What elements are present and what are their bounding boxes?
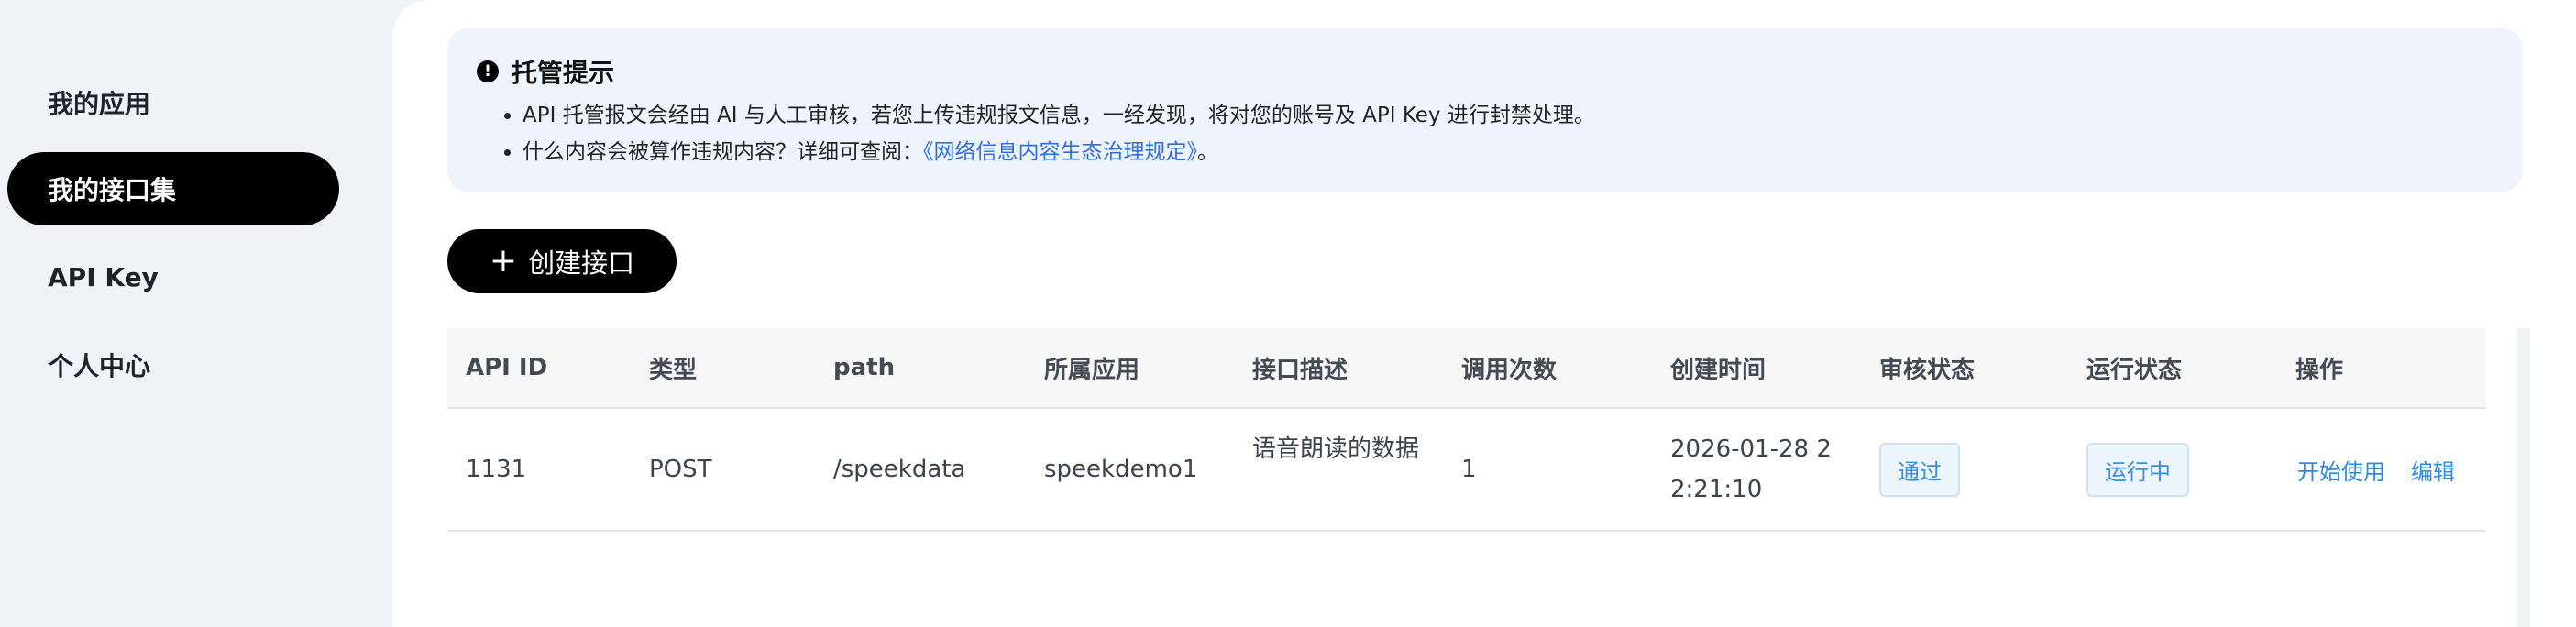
header-path: path xyxy=(833,354,896,381)
status-badge-running: 运行中 xyxy=(2086,442,2189,497)
sidebar-item-my-apis[interactable]: 我的接口集 xyxy=(7,152,339,226)
table-row: 1131 POST /speekdata speekdemo1 语音朗读的数据 … xyxy=(447,409,2486,532)
sidebar-item-api-key[interactable]: API Key xyxy=(7,240,339,314)
main-panel: ! 托管提示 API 托管报文会经由 AI 与人工审核，若您上传违规报文信息，一… xyxy=(392,0,2576,627)
notice-title-text: 托管提示 xyxy=(512,58,615,88)
header-call-count: 调用次数 xyxy=(1461,356,1558,384)
exclamation-circle-icon: ! xyxy=(477,60,499,82)
sidebar: 我的应用 我的接口集 API Key 个人中心 xyxy=(0,0,392,627)
cell-app: speekdemo1 xyxy=(1044,456,1198,483)
hosting-notice: ! 托管提示 API 托管报文会经由 AI 与人工审核，若您上传违规报文信息，一… xyxy=(447,28,2523,192)
sidebar-item-my-apps[interactable]: 我的应用 xyxy=(7,66,339,139)
header-review-status: 审核状态 xyxy=(1879,356,1976,384)
notice-line-2: 什么内容会被算作违规内容？详细可查阅：《网络信息内容生态治理规定》。 xyxy=(504,134,2523,170)
header-actions: 操作 xyxy=(2295,356,2344,384)
status-badge-review: 通过 xyxy=(1879,442,1960,497)
sidebar-item-label: API Key xyxy=(48,261,159,292)
cell-type: POST xyxy=(649,456,712,483)
table-scrollbar[interactable] xyxy=(2517,328,2530,627)
header-run-status: 运行状态 xyxy=(2086,356,2183,384)
cell-review-status: 通过 xyxy=(1879,409,1960,530)
api-table: API ID 类型 path 所属应用 接口描述 调用次数 创建时间 审核状态 … xyxy=(447,328,2486,532)
sidebar-item-label: 我的接口集 xyxy=(48,175,177,205)
notice-list: API 托管报文会经由 AI 与人工审核，若您上传违规报文信息，一经发现，将对您… xyxy=(477,97,2523,170)
create-api-button[interactable]: + 创建接口 xyxy=(447,229,677,293)
notice-line-1: API 托管报文会经由 AI 与人工审核，若您上传违规报文信息，一经发现，将对您… xyxy=(504,97,2523,134)
header-type: 类型 xyxy=(649,356,698,384)
create-api-label: 创建接口 xyxy=(528,248,635,279)
cell-api-id: 1131 xyxy=(466,456,527,483)
notice-title: ! 托管提示 xyxy=(477,53,2523,90)
sidebar-item-label: 个人中心 xyxy=(48,351,151,381)
sidebar-item-personal-center[interactable]: 个人中心 xyxy=(7,328,339,402)
header-api-id: API ID xyxy=(466,354,548,381)
header-description: 接口描述 xyxy=(1252,356,1349,384)
edit-link[interactable]: 编辑 xyxy=(2411,454,2455,486)
cell-actions: 开始使用 编辑 xyxy=(2297,409,2481,530)
header-app: 所属应用 xyxy=(1044,356,1140,384)
cell-description: 语音朗读的数据 xyxy=(1252,435,1420,463)
header-created-time: 创建时间 xyxy=(1670,356,1767,384)
sidebar-item-label: 我的应用 xyxy=(48,89,151,119)
table-header: API ID 类型 path 所属应用 接口描述 调用次数 创建时间 审核状态 … xyxy=(447,328,2486,409)
start-using-link[interactable]: 开始使用 xyxy=(2297,454,2385,486)
plus-icon: + xyxy=(489,242,518,280)
cell-path: /speekdata xyxy=(833,456,966,483)
cell-run-status: 运行中 xyxy=(2086,409,2189,530)
cell-created-time: 2026-01-28 22:21:10 xyxy=(1670,435,1832,503)
cell-call-count: 1 xyxy=(1461,456,1477,483)
regulation-link[interactable]: 《网络信息内容生态治理规定》 xyxy=(923,140,1197,164)
